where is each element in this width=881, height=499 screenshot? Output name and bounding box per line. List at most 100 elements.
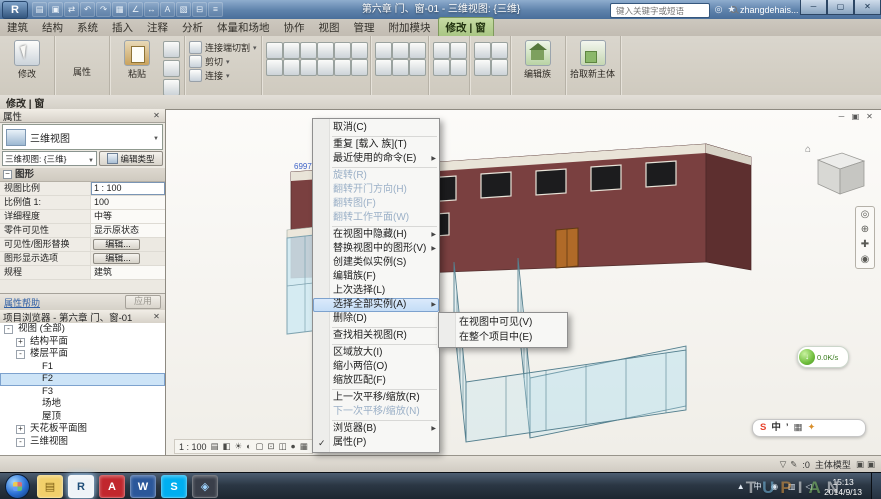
copy-tool-icon[interactable] bbox=[334, 42, 351, 59]
menu-flip-workplane[interactable]: 翻转工作平面(W) bbox=[313, 211, 439, 225]
submenu-visible-in-view[interactable]: 在视图中可见(V) bbox=[439, 315, 567, 330]
modify-button[interactable]: 修改 bbox=[4, 38, 50, 80]
dimension-tool-icon[interactable] bbox=[450, 42, 467, 59]
type-selector[interactable]: 三维视图 bbox=[2, 124, 163, 150]
properties-help-link[interactable]: 属性帮助 bbox=[4, 296, 40, 309]
spot-elevation-icon[interactable] bbox=[433, 59, 450, 76]
properties-button[interactable]: 属性 bbox=[59, 38, 105, 78]
thin-lines-icon[interactable]: ≡ bbox=[208, 2, 223, 17]
property-value[interactable]: 1 : 100 bbox=[91, 182, 165, 195]
worksets-icon[interactable]: ▣ bbox=[856, 459, 864, 470]
render-icon[interactable] bbox=[409, 42, 426, 59]
tray-expand-icon[interactable]: ▲ bbox=[734, 480, 747, 493]
word-icon[interactable]: W bbox=[130, 475, 156, 498]
ribbon-tab[interactable]: 建筑 bbox=[0, 18, 35, 36]
dimension-icon[interactable]: ↔ bbox=[144, 2, 159, 17]
pin-icon[interactable] bbox=[334, 59, 351, 76]
steering-wheel-icon[interactable]: ◎ bbox=[861, 209, 870, 221]
menu-delete[interactable]: 删除(D) bbox=[313, 312, 439, 326]
menu-hide-in-view[interactable]: 在视图中隐藏(H) bbox=[313, 228, 439, 242]
ime-keyboard-icon[interactable]: ▦ bbox=[794, 420, 803, 436]
menu-next-pan-zoom[interactable]: 下一次平移/缩放(N) bbox=[313, 405, 439, 419]
create-group-icon[interactable] bbox=[474, 42, 491, 59]
search-scope-icon[interactable]: ◎ bbox=[712, 2, 725, 17]
pan-icon[interactable]: ✚ bbox=[861, 239, 869, 251]
paste-button[interactable]: 粘贴 bbox=[114, 38, 160, 80]
menu-properties[interactable]: 属性(P) bbox=[313, 436, 439, 450]
wireframe-icon[interactable] bbox=[375, 42, 392, 59]
ime-toolbox-icon[interactable]: ✦ bbox=[807, 420, 815, 436]
explorer-folder-icon[interactable]: ▤ bbox=[37, 475, 63, 498]
edit-family-button[interactable]: 编辑族 bbox=[515, 38, 561, 80]
ribbon-tab[interactable]: 体量和场地 bbox=[210, 18, 277, 36]
drawing-area[interactable]: 6997.5 ─▣✕ ⌂ ◎⊕✚◉ 1 : 100 ▤◧☀◐▢⊡◫●▦ bbox=[166, 109, 881, 456]
application-menu-button[interactable]: R bbox=[2, 1, 28, 19]
menu-find-related-views[interactable]: 查找相关视图(R) bbox=[313, 329, 439, 343]
pdf-reader-icon[interactable]: A bbox=[99, 475, 125, 498]
analysis-display-icon[interactable]: ▦ bbox=[300, 441, 308, 452]
menu-cancel[interactable]: 取消(C) bbox=[313, 121, 439, 135]
skype-icon[interactable]: S bbox=[161, 475, 187, 498]
delete-icon[interactable] bbox=[351, 59, 368, 76]
close-icon[interactable] bbox=[151, 111, 162, 120]
tree-3d-views[interactable]: 三维视图 bbox=[0, 436, 165, 449]
tree-roof[interactable]: 屋顶 bbox=[0, 411, 165, 424]
shadows-icon[interactable]: ◐ bbox=[246, 441, 251, 452]
copy-icon[interactable] bbox=[163, 60, 180, 77]
ribbon-tab[interactable]: 视图 bbox=[312, 18, 347, 36]
ribbon-tab[interactable]: 注释 bbox=[140, 18, 175, 36]
rotate-icon[interactable] bbox=[351, 42, 368, 59]
align-icon[interactable] bbox=[266, 42, 283, 59]
ribbon-tab[interactable]: 分析 bbox=[175, 18, 210, 36]
design-options-icon[interactable]: ▣ bbox=[867, 459, 875, 470]
taskbar-clock[interactable]: 15:13 2014/9/13 bbox=[824, 477, 862, 497]
geometry-tool[interactable]: 连接端切割 bbox=[189, 41, 257, 54]
tree-site[interactable]: 场地 bbox=[0, 398, 165, 411]
view-minimize-icon[interactable]: ─ bbox=[836, 112, 847, 121]
menu-zoom-out[interactable]: 缩小两倍(O) bbox=[313, 360, 439, 374]
ribbon-tab[interactable]: 附加模块 bbox=[382, 18, 438, 36]
sun-path-icon[interactable]: ☀ bbox=[235, 441, 243, 452]
maximize-button[interactable]: ▢ bbox=[827, 0, 854, 15]
menu-select-all-instances[interactable]: 选择全部实例(A) bbox=[313, 298, 439, 312]
create-parts-icon[interactable] bbox=[474, 59, 491, 76]
antivirus-icon[interactable]: ◉ bbox=[768, 480, 781, 493]
ime-tray-icon[interactable]: 中 bbox=[751, 480, 764, 493]
instance-selector[interactable]: 三维视图: {三维} bbox=[2, 151, 97, 166]
array-icon[interactable] bbox=[300, 59, 317, 76]
tree-structural-plans[interactable]: 结构平面 bbox=[0, 336, 165, 349]
ribbon-tab[interactable]: 协作 bbox=[277, 18, 312, 36]
view-restore-icon[interactable]: ▣ bbox=[850, 112, 861, 121]
filter-icon[interactable]: ▽ bbox=[780, 459, 787, 470]
property-value[interactable]: 建筑 bbox=[91, 266, 165, 279]
geometry-tool[interactable]: 连接 bbox=[189, 69, 257, 82]
view-scale-button[interactable]: 1 : 100 bbox=[179, 442, 207, 452]
menu-create-similar[interactable]: 创建类似实例(S) bbox=[313, 256, 439, 270]
menu-flip-facing[interactable]: 翻转图(F) bbox=[313, 197, 439, 211]
network-icon[interactable]: ▥ bbox=[785, 480, 798, 493]
menu-recent-commands[interactable]: 最近使用的命令(E) bbox=[313, 152, 439, 166]
text-icon[interactable]: A bbox=[160, 2, 175, 17]
sogou-logo-icon[interactable]: S bbox=[760, 420, 766, 436]
scale-icon[interactable] bbox=[317, 59, 334, 76]
cut-icon[interactable] bbox=[163, 41, 180, 58]
match-type-icon[interactable] bbox=[163, 79, 180, 96]
tree-floor-plans[interactable]: 楼层平面 bbox=[0, 348, 165, 361]
viewcube-widget[interactable]: ⌂ bbox=[805, 138, 869, 196]
menu-override-graphics[interactable]: 替换视图中的图形(V) bbox=[313, 242, 439, 256]
split-icon[interactable] bbox=[283, 59, 300, 76]
menu-last-selection[interactable]: 上次选择(L) bbox=[313, 284, 439, 298]
zoom-icon[interactable]: ⊕ bbox=[861, 224, 869, 236]
menu-flip-hand[interactable]: 翻转开门方向(H) bbox=[313, 183, 439, 197]
view-close-icon[interactable]: ✕ bbox=[864, 112, 875, 121]
properties-header[interactable]: 属性 bbox=[0, 109, 165, 123]
reveal-hidden-icon[interactable]: ● bbox=[291, 441, 296, 452]
revit-taskbar-icon[interactable]: R bbox=[68, 475, 94, 498]
save-icon[interactable]: ▣ bbox=[48, 2, 63, 17]
menu-previous-pan-zoom[interactable]: 上一次平移/缩放(R) bbox=[313, 391, 439, 405]
close-icon[interactable] bbox=[151, 312, 162, 321]
trim-icon[interactable] bbox=[266, 59, 283, 76]
property-value[interactable]: 中等 bbox=[91, 210, 165, 223]
property-value[interactable]: 显示原状态 bbox=[91, 224, 165, 237]
section-icon[interactable]: ⊟ bbox=[192, 2, 207, 17]
